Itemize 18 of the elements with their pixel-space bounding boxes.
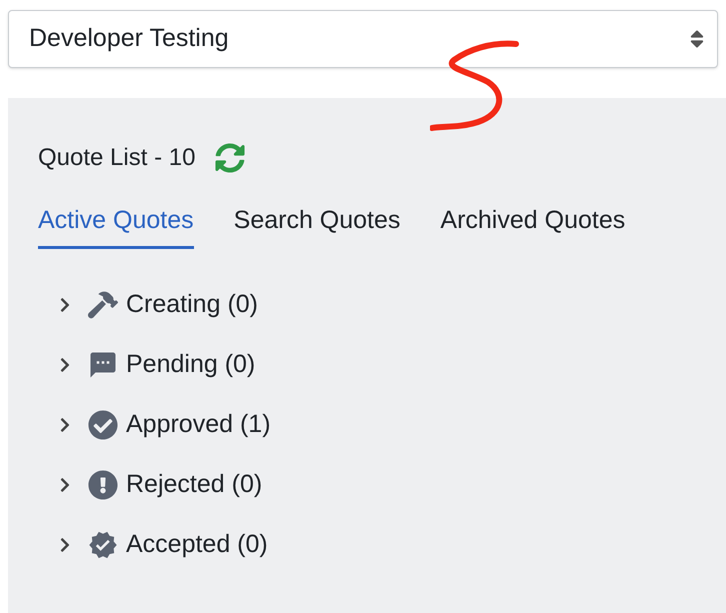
tab[interactable]: Archived Quotes xyxy=(440,202,626,248)
expand-chevron-icon[interactable] xyxy=(58,356,72,372)
group-label[interactable]: Pending (0) xyxy=(126,346,256,384)
tab[interactable]: Active Quotes xyxy=(38,202,194,248)
refresh-icon[interactable] xyxy=(215,143,246,173)
expand-chevron-icon[interactable] xyxy=(58,416,72,432)
hammer-icon xyxy=(88,288,118,320)
quote-list-title: Quote List - 10 xyxy=(38,143,196,173)
select-field[interactable]: Developer Testing xyxy=(8,10,718,68)
group-label[interactable]: Creating (0) xyxy=(126,286,258,324)
tab[interactable]: Search Quotes xyxy=(234,202,400,248)
expand-chevron-icon[interactable] xyxy=(58,536,72,552)
group-label[interactable]: Rejected (0) xyxy=(126,466,262,504)
expand-chevron-icon[interactable] xyxy=(58,296,72,312)
expand-chevron-icon[interactable] xyxy=(58,476,72,492)
sort-caret-icon xyxy=(689,28,705,50)
group-label[interactable]: Accepted (0) xyxy=(126,526,268,564)
group-label[interactable]: Approved (1) xyxy=(126,406,271,444)
